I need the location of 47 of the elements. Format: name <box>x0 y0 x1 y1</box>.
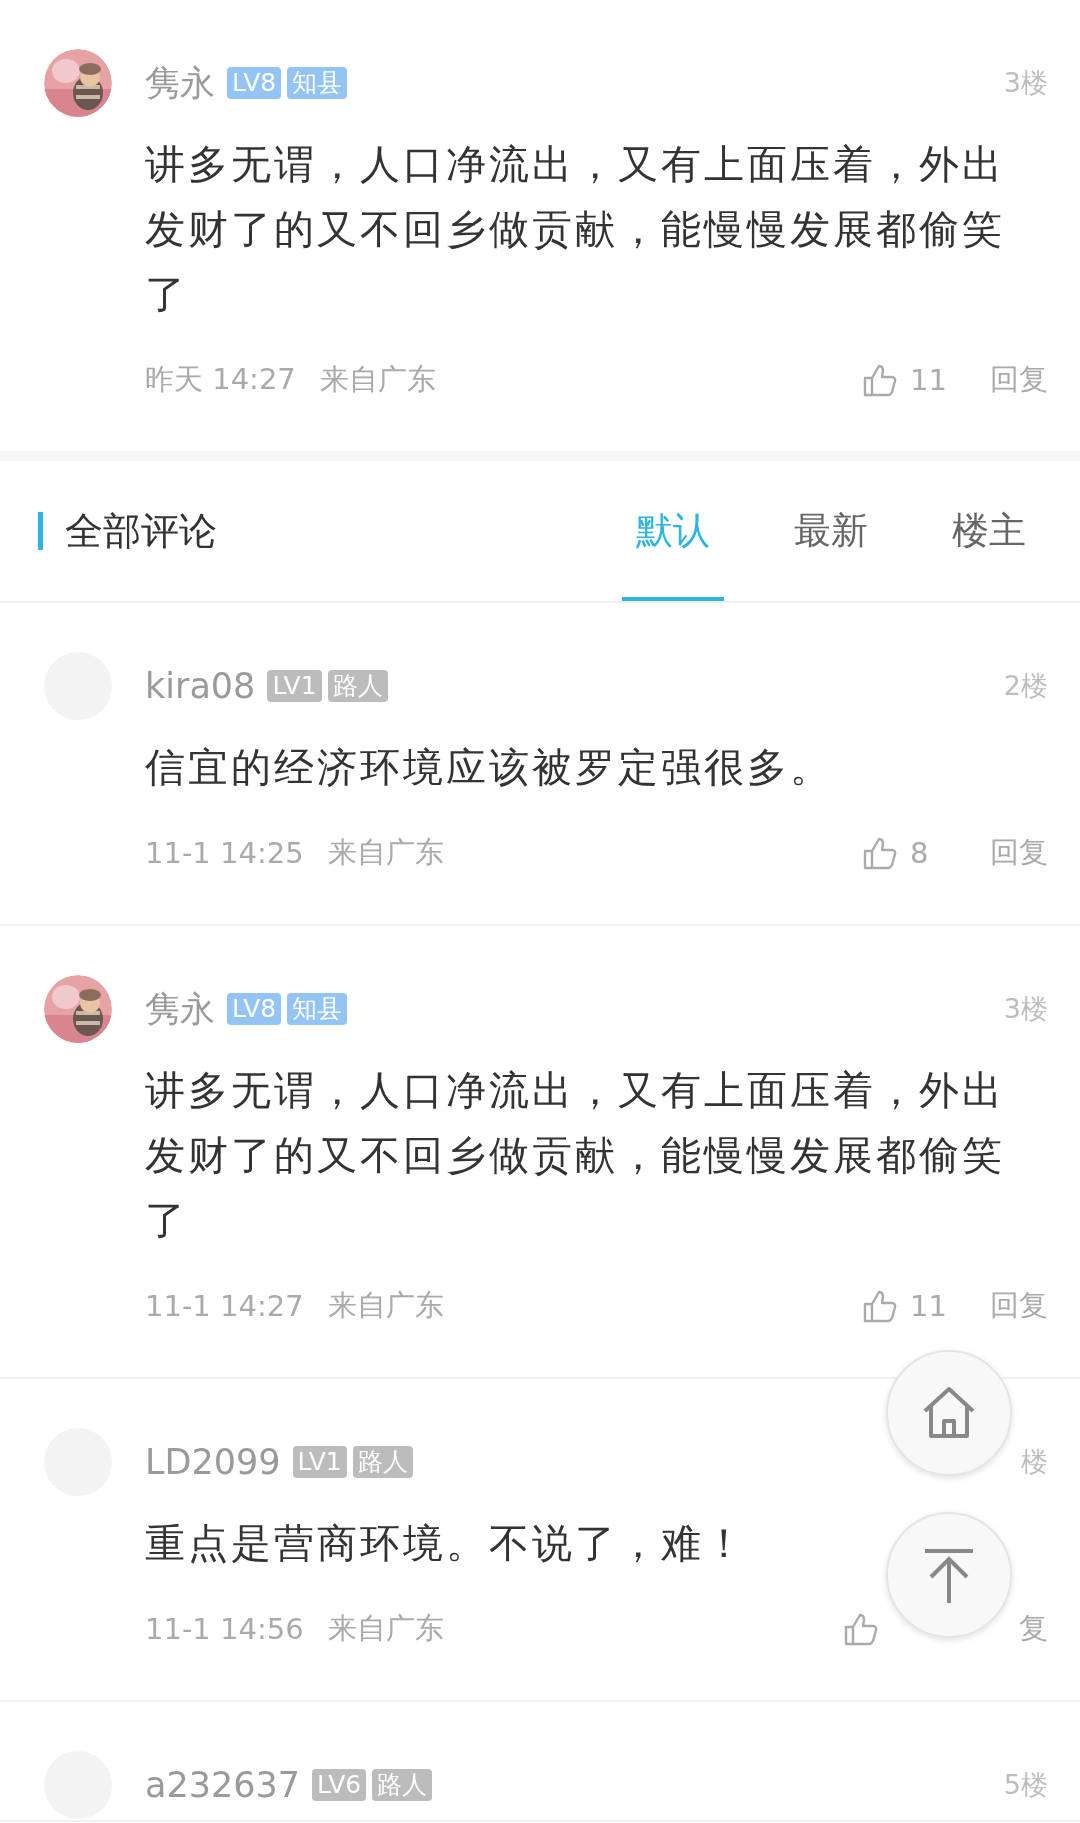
comment-time: 昨天 14:27 <box>145 361 296 398</box>
username[interactable]: LD2099 <box>145 1442 281 1482</box>
thumbs-up-icon[interactable] <box>862 362 898 398</box>
floor-number: 2楼 <box>1003 669 1048 703</box>
user-badge: 路人 <box>372 1769 433 1801</box>
like-count: 8 <box>910 836 930 870</box>
floor-number: 楼 <box>1021 1445 1048 1479</box>
floor-number: 3楼 <box>1003 992 1048 1026</box>
like-count: 11 <box>910 363 948 397</box>
sort-tab[interactable]: 默认 <box>622 461 724 601</box>
user-badge: LV6 <box>312 1769 367 1801</box>
comment-text: 信宜的经济环境应该被罗定强很多。 <box>145 743 833 792</box>
comment-location: 来自广东 <box>327 1287 444 1324</box>
user-badge: LV1 <box>292 1446 347 1478</box>
user-badge: 知县 <box>287 67 348 99</box>
comment-text: 讲多无谓，人口净流出，又有上面压着，外出发财了的又不回乡做贡献，能慢慢发展都偷笑了 <box>145 1066 1006 1245</box>
user-badge: 路人 <box>352 1446 413 1478</box>
comment-time: 11-1 14:25 <box>145 836 304 870</box>
username[interactable]: kira08 <box>145 666 256 706</box>
username[interactable]: 隽永 <box>145 59 215 107</box>
reply-link[interactable]: 回复 <box>990 833 1048 873</box>
thumbs-up-icon[interactable] <box>843 1611 879 1647</box>
username[interactable]: a232637 <box>145 1765 301 1805</box>
user-badge: 知县 <box>287 993 348 1025</box>
comment-time: 11-1 14:56 <box>145 1612 304 1646</box>
sort-tab[interactable]: 最新 <box>780 461 882 601</box>
user-badge: LV8 <box>227 67 282 99</box>
user-badge: LV1 <box>267 670 322 702</box>
comment-location: 来自广东 <box>327 834 444 871</box>
floor-number: 5楼 <box>1003 1768 1048 1802</box>
sort-tab[interactable]: 楼主 <box>938 461 1040 601</box>
user-badge: 路人 <box>327 670 388 702</box>
comment-text: 讲多无谓，人口净流出，又有上面压着，外出发财了的又不回乡做贡献，能慢慢发展都偷笑了 <box>145 140 1006 319</box>
like-count: 11 <box>910 1289 948 1323</box>
reply-link[interactable]: 回复 <box>990 1286 1048 1326</box>
user-badge: LV8 <box>227 993 282 1025</box>
comment-location: 来自广东 <box>319 361 436 398</box>
reply-link[interactable]: 回复 <box>990 360 1048 400</box>
reply-link[interactable]: 复 <box>1019 1609 1048 1649</box>
comment-text: 重点是营商环境。不说了，难！ <box>145 1519 747 1568</box>
comment-location: 来自广东 <box>327 1610 444 1647</box>
thumbs-up-icon[interactable] <box>862 1288 898 1324</box>
comment-time: 11-1 14:27 <box>145 1289 304 1323</box>
floor-number: 3楼 <box>1003 66 1048 100</box>
username[interactable]: 隽永 <box>145 985 215 1033</box>
section-title: 全部评论 <box>65 507 217 555</box>
thumbs-up-icon[interactable] <box>862 835 898 871</box>
